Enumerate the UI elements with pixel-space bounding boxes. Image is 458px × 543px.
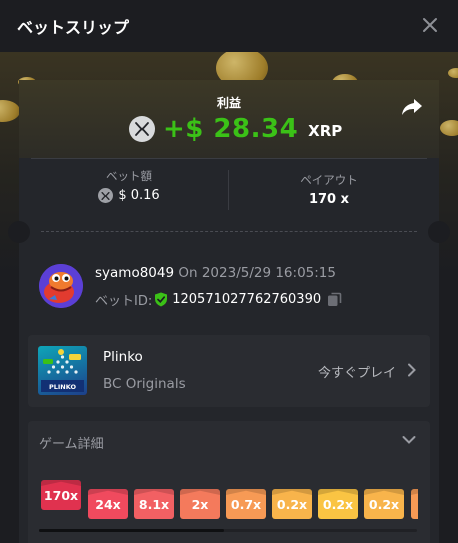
copy-icon[interactable]	[327, 292, 342, 307]
game-name: Plinko	[103, 349, 143, 365]
multiplier-bucket: 24x	[88, 489, 128, 519]
payout-value: 170 x	[308, 192, 350, 207]
divider	[31, 158, 427, 159]
bet-amount-label: ベット額	[106, 169, 152, 183]
chevron-down-icon[interactable]	[402, 435, 416, 445]
play-now-link[interactable]: 今すぐプレイ	[318, 362, 396, 381]
game-provider: BC Originals	[103, 376, 186, 392]
profit-row: +$ 28.34 XRP	[129, 113, 342, 145]
bet-id-value: 120571027762760390	[172, 292, 322, 307]
share-icon[interactable]	[401, 98, 423, 116]
multiplier-bucket: 2x	[180, 489, 220, 519]
bet-timestamp: On 2023/5/29 16:05:15	[178, 265, 336, 281]
game-details-title: ゲーム詳細	[39, 437, 104, 452]
multiplier-bucket: 0.2x	[364, 489, 404, 519]
profit-amount: +$ 28.34	[163, 114, 299, 144]
xrp-icon	[98, 188, 114, 203]
user-line: syamo8049 On 2023/5/29 16:05:15	[95, 265, 336, 281]
payout-stat: ペイアウト 170 x	[259, 172, 399, 207]
profit-label: 利益	[216, 96, 241, 110]
coin-decoration	[440, 120, 458, 136]
verified-shield-icon	[155, 292, 168, 307]
avatar[interactable]	[39, 264, 83, 308]
multiplier-bucket: 170x	[41, 480, 81, 510]
scrollbar-thumb[interactable]	[39, 529, 224, 532]
stats-divider	[228, 170, 229, 210]
game-link-row[interactable]: PLINKO Plinko BC Originals 今すぐプレイ	[28, 335, 430, 407]
coin-decoration	[448, 68, 458, 78]
bet-amount-value: $ 0.16	[118, 188, 160, 203]
multiplier-bucket: 0.7x	[226, 489, 266, 519]
ticket-perforation	[41, 231, 417, 232]
ticket-notch-left	[8, 221, 30, 243]
coin-decoration	[0, 100, 20, 122]
plinko-thumb-label: PLINKO	[48, 383, 77, 391]
bet-id-label: ベットID:	[95, 294, 153, 309]
game-details-panel: ゲーム詳細 170x24x8.1x2x0.7x0.2x0.2x0.2x0	[28, 421, 430, 543]
bet-slip-header: ベットスリップ	[0, 0, 458, 52]
profit-currency: XRP	[308, 122, 343, 140]
bet-amount-stat: ベット額 $ 0.16	[59, 168, 199, 203]
multiplier-bucket: 0.2x	[272, 489, 312, 519]
multiplier-bucket: 8.1x	[134, 489, 174, 519]
bet-slip-card: 利益 +$ 28.34 XRP ベット額 $ 0.16 ペイアウト 170 x	[8, 80, 450, 543]
bet-id-line: ベットID: 120571027762760390	[95, 290, 342, 309]
multiplier-bucket: 0.2x	[318, 489, 358, 519]
username[interactable]: syamo8049	[95, 265, 174, 281]
multiplier-strip[interactable]: 170x24x8.1x2x0.7x0.2x0.2x0.2x0	[41, 480, 418, 520]
multiplier-scrollbar[interactable]	[39, 529, 417, 532]
payout-label: ペイアウト	[300, 173, 358, 187]
xrp-icon	[129, 116, 155, 142]
multiplier-bucket: 0	[411, 489, 418, 519]
ticket-notch-right	[428, 221, 450, 243]
chevron-right-icon[interactable]	[407, 363, 417, 377]
plinko-thumbnail: PLINKO	[38, 346, 87, 395]
close-icon[interactable]	[420, 15, 440, 35]
bet-slip-title: ベットスリップ	[17, 18, 130, 37]
